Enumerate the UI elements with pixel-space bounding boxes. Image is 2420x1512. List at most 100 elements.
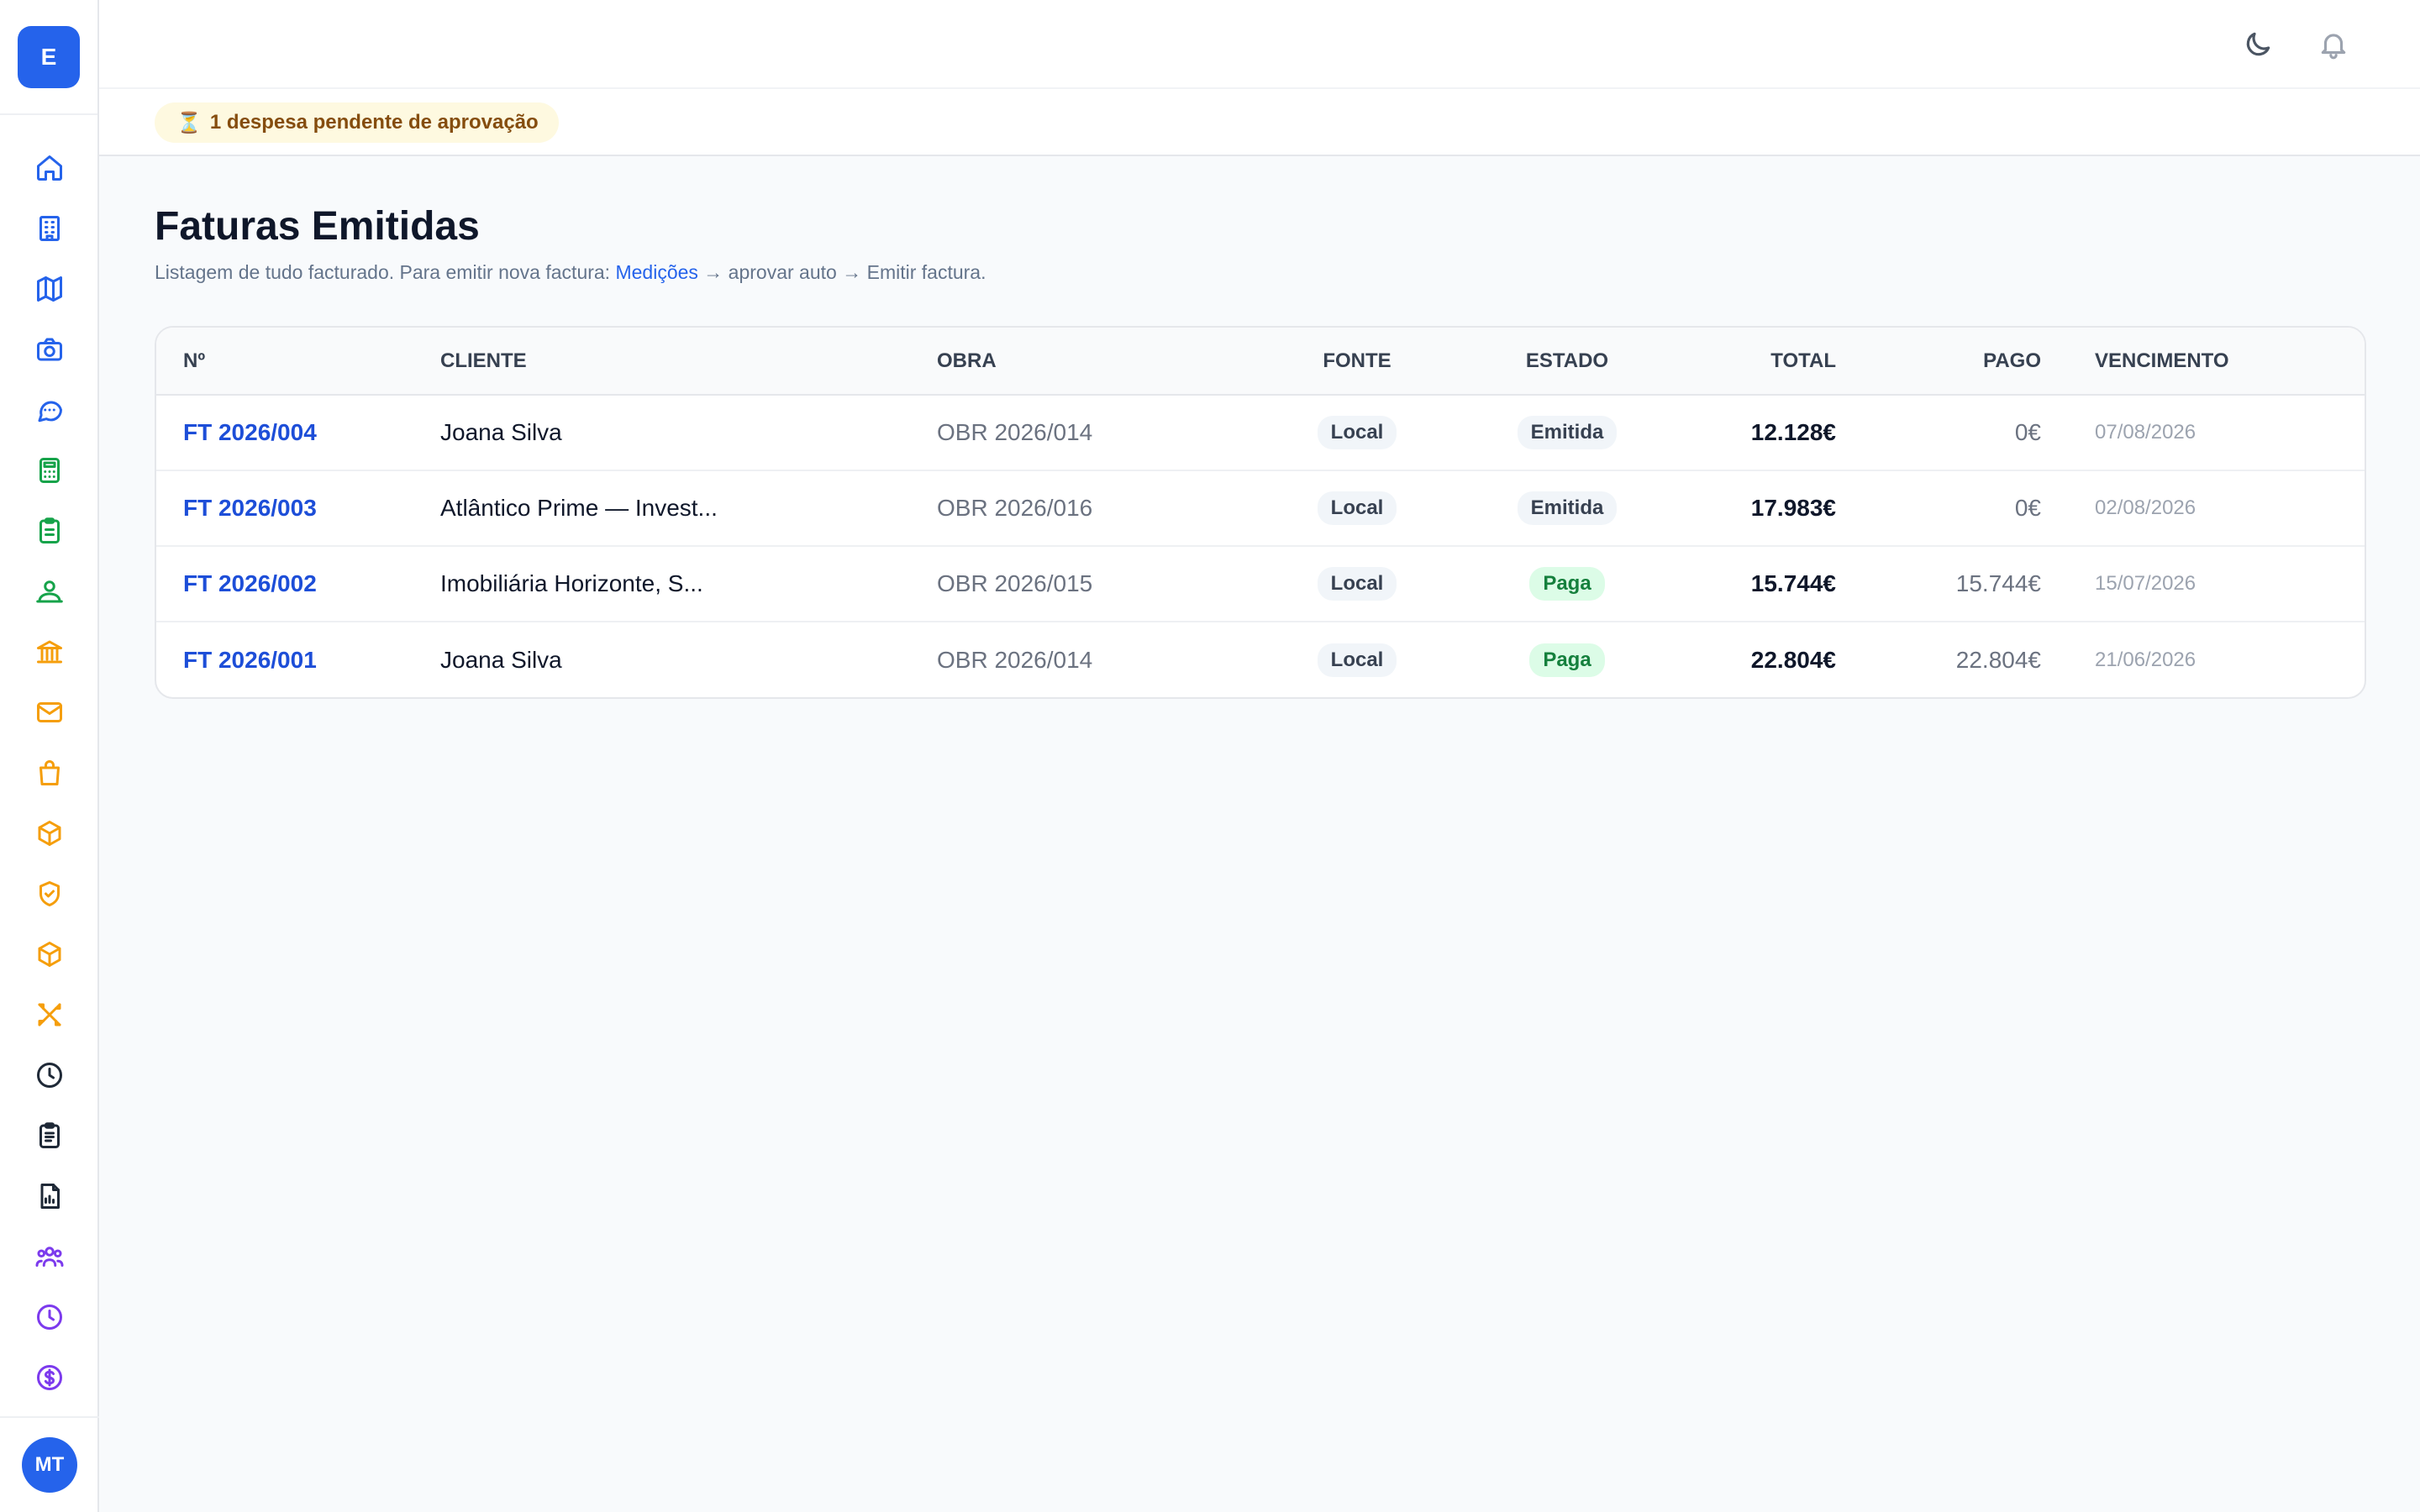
clock-icon <box>37 1063 62 1088</box>
sidebar-item-reports[interactable] <box>0 1166 99 1226</box>
sidebar-item-bank[interactable] <box>0 622 99 682</box>
obra-cell: OBR 2026/014 <box>937 395 1281 471</box>
obra-cell: OBR 2026/016 <box>937 470 1281 547</box>
client-cell: Joana Silva <box>440 395 937 471</box>
sidebar-item-buildings[interactable] <box>0 198 99 259</box>
source-badge: Local <box>1317 567 1397 601</box>
table-header-row: Nº CLIENTE OBRA FONTE ESTADO TOTAL PAGO … <box>156 328 2365 396</box>
paid-cell: 22.804€ <box>1955 646 2041 673</box>
tools-icon <box>38 1003 61 1026</box>
sidebar-item-clients[interactable] <box>0 561 99 622</box>
sidebar-item-materials[interactable] <box>0 803 99 864</box>
subtitle-text-end: → aprovar auto → Emitir factura. <box>697 261 986 283</box>
clipboard-list-icon <box>39 1122 60 1148</box>
header-estado[interactable]: ESTADO <box>1433 328 1702 396</box>
paid-cell: 15.744€ <box>1836 546 2041 622</box>
shield-check-icon <box>39 881 60 906</box>
pending-expense-alert[interactable]: ⏳ 1 despesa pendente de aprovação <box>155 102 559 143</box>
page-title: Faturas Emitidas <box>155 204 480 249</box>
header-pago[interactable]: PAGO <box>1836 328 2041 396</box>
sidebar-item-measurements[interactable] <box>0 501 99 561</box>
sidebar: E MT <box>0 0 99 1512</box>
topbar <box>99 0 2420 89</box>
invoices-table: Nº CLIENTE OBRA FONTE ESTADO TOTAL PAGO … <box>156 328 2365 697</box>
mail-icon <box>37 702 62 722</box>
sidebar-item-purchases[interactable] <box>0 743 99 803</box>
sidebar-item-timesheet[interactable] <box>0 1045 99 1105</box>
header-vencimento[interactable]: VENCIMENTO <box>2041 328 2365 396</box>
client-cell: Joana Silva <box>440 646 562 673</box>
home-icon <box>37 155 62 181</box>
sidebar-nav <box>0 138 99 1408</box>
pending-expense-text: 1 despesa pendente de aprovação <box>209 111 539 134</box>
table-row[interactable]: FT 2026/003 Atlântico Prime — Invest... … <box>156 470 2365 547</box>
client-cell: Imobiliária Horizonte, S... <box>440 546 937 622</box>
sidebar-item-mail[interactable] <box>0 682 99 743</box>
clipboard-icon <box>39 517 60 543</box>
invoice-number-link[interactable]: FT 2026/001 <box>183 647 317 673</box>
source-badge: Local <box>1317 643 1397 677</box>
table-row[interactable]: FT 2026/002 Imobiliária Horizonte, S... … <box>156 546 2365 622</box>
header-total[interactable]: TOTAL <box>1702 328 1836 396</box>
hourglass-icon: ⏳ <box>176 111 202 134</box>
page-subtitle: Listagem de tudo facturado. Para emitir … <box>155 261 2366 284</box>
theme-toggle-button[interactable] <box>2238 25 2277 64</box>
client-cell: Atlântico Prime — Invest... <box>440 470 937 547</box>
dollar-icon <box>37 1365 62 1390</box>
header-obra[interactable]: OBRA <box>937 328 1281 396</box>
sidebar-item-tasks[interactable] <box>0 1105 99 1166</box>
paid-cell: 0€ <box>1836 395 2041 471</box>
bell-icon <box>2321 34 2346 60</box>
due-date-cell: 07/08/2026 <box>2041 395 2365 471</box>
total-cell: 15.744€ <box>1702 546 1836 622</box>
total-cell: 12.128€ <box>1702 395 1836 471</box>
source-badge: Local <box>1317 491 1397 525</box>
status-badge: Emitida <box>1517 491 1618 525</box>
due-date-cell: 21/06/2026 <box>2095 648 2196 671</box>
status-badge: Paga <box>1529 643 1605 677</box>
report-icon <box>40 1184 60 1209</box>
app: E MT ⏳ 1 despesa pendente de aprovação F… <box>0 0 2420 1512</box>
header-fonte[interactable]: FONTE <box>1281 328 1433 396</box>
history-icon <box>37 1305 62 1330</box>
medicoes-link[interactable]: Medições <box>615 261 697 283</box>
total-cell: 22.804€ <box>1750 646 1836 673</box>
map-icon <box>37 276 62 302</box>
sidebar-item-calculator[interactable] <box>0 440 99 501</box>
obra-cell: OBR 2026/015 <box>937 546 1281 622</box>
shopping-bag-icon <box>39 760 60 785</box>
header-num[interactable]: Nº <box>156 328 440 396</box>
table-row[interactable]: FT 2026/001 Joana Silva OBR 2026/014 Loc… <box>156 622 2365 697</box>
topbar-actions <box>2238 25 2353 64</box>
invoice-number-link[interactable]: FT 2026/004 <box>183 419 317 445</box>
total-cell: 17.983€ <box>1702 470 1836 547</box>
invoice-number-link[interactable]: FT 2026/002 <box>183 570 317 596</box>
source-badge: Local <box>1317 416 1397 449</box>
users-icon <box>36 580 63 603</box>
package-icon <box>38 821 61 846</box>
sidebar-item-messages[interactable] <box>0 380 99 440</box>
invoices-table-card: Nº CLIENTE OBRA FONTE ESTADO TOTAL PAGO … <box>155 326 2366 699</box>
sidebar-item-photos[interactable] <box>0 319 99 380</box>
sidebar-item-insurance[interactable] <box>0 864 99 924</box>
sidebar-item-map[interactable] <box>0 259 99 319</box>
user-area: MT <box>0 1416 99 1512</box>
logo-area: E <box>0 0 97 115</box>
sidebar-item-stock[interactable] <box>0 924 99 984</box>
invoice-number-link[interactable]: FT 2026/003 <box>183 495 317 521</box>
sidebar-item-team[interactable] <box>0 1226 99 1287</box>
sidebar-item-finance[interactable] <box>0 1347 99 1408</box>
sidebar-item-tools[interactable] <box>0 984 99 1045</box>
alert-bar: ⏳ 1 despesa pendente de aprovação <box>99 89 2420 156</box>
sidebar-item-history[interactable] <box>0 1287 99 1347</box>
notifications-button[interactable] <box>2314 25 2353 64</box>
table-row[interactable]: FT 2026/004 Joana Silva OBR 2026/014 Loc… <box>156 395 2365 471</box>
avatar[interactable]: MT <box>22 1437 77 1493</box>
sidebar-item-home[interactable] <box>0 138 99 198</box>
building-icon <box>39 216 60 241</box>
calculator-icon <box>39 458 60 483</box>
app-logo[interactable]: E <box>18 25 80 88</box>
box-icon <box>38 942 61 967</box>
due-date-cell: 02/08/2026 <box>2041 470 2365 547</box>
header-cliente[interactable]: CLIENTE <box>440 328 937 396</box>
